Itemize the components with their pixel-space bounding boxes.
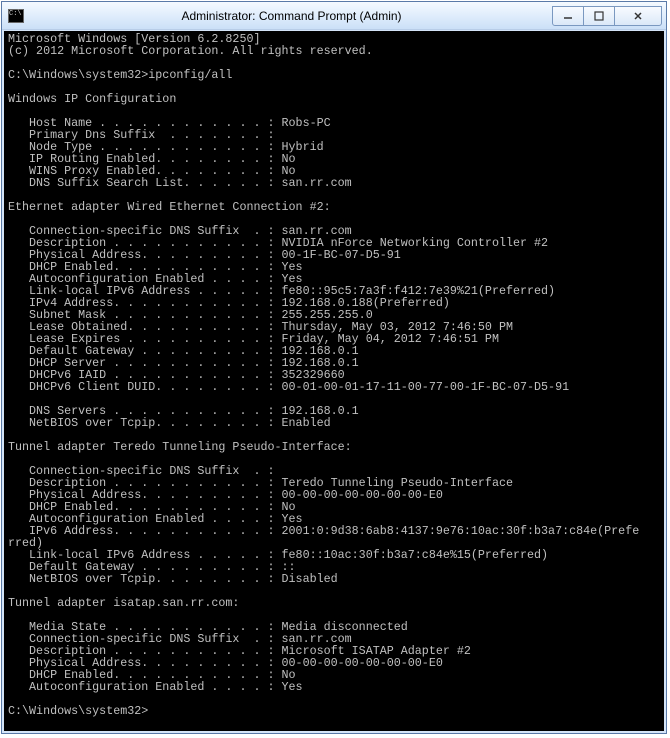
adapter-header: Ethernet adapter Wired Ethernet Connecti… xyxy=(8,200,331,214)
line: (c) 2012 Microsoft Corporation. All righ… xyxy=(8,44,373,58)
section-header: Windows IP Configuration xyxy=(8,92,176,106)
field: NetBIOS over Tcpip. . . . . . . . : Disa… xyxy=(8,572,338,586)
prompt-line: C:\Windows\system32>ipconfig/all xyxy=(8,68,232,82)
window-controls xyxy=(553,6,662,26)
cmd-icon xyxy=(8,9,24,23)
adapter-header: Tunnel adapter isatap.san.rr.com: xyxy=(8,596,239,610)
field: IPv6 Address. . . . . . . . . . . : 2001… xyxy=(8,524,639,538)
field: DNS Suffix Search List. . . . . . : san.… xyxy=(8,176,352,190)
field: Autoconfiguration Enabled . . . . : Yes xyxy=(8,680,303,694)
minimize-button[interactable] xyxy=(552,6,584,26)
command-prompt-window: Administrator: Command Prompt (Admin) Mi… xyxy=(1,1,667,734)
field: NetBIOS over Tcpip. . . . . . . . : Enab… xyxy=(8,416,331,430)
titlebar[interactable]: Administrator: Command Prompt (Admin) xyxy=(2,2,666,30)
maximize-button[interactable] xyxy=(583,6,615,26)
field: DHCPv6 Client DUID. . . . . . . . : 00-0… xyxy=(8,380,569,394)
prompt-line: C:\Windows\system32> xyxy=(8,704,148,718)
window-title: Administrator: Command Prompt (Admin) xyxy=(30,9,553,23)
close-button[interactable] xyxy=(614,6,662,26)
terminal-output[interactable]: Microsoft Windows [Version 6.2.8250] (c)… xyxy=(2,30,666,733)
adapter-header: Tunnel adapter Teredo Tunneling Pseudo-I… xyxy=(8,440,352,454)
